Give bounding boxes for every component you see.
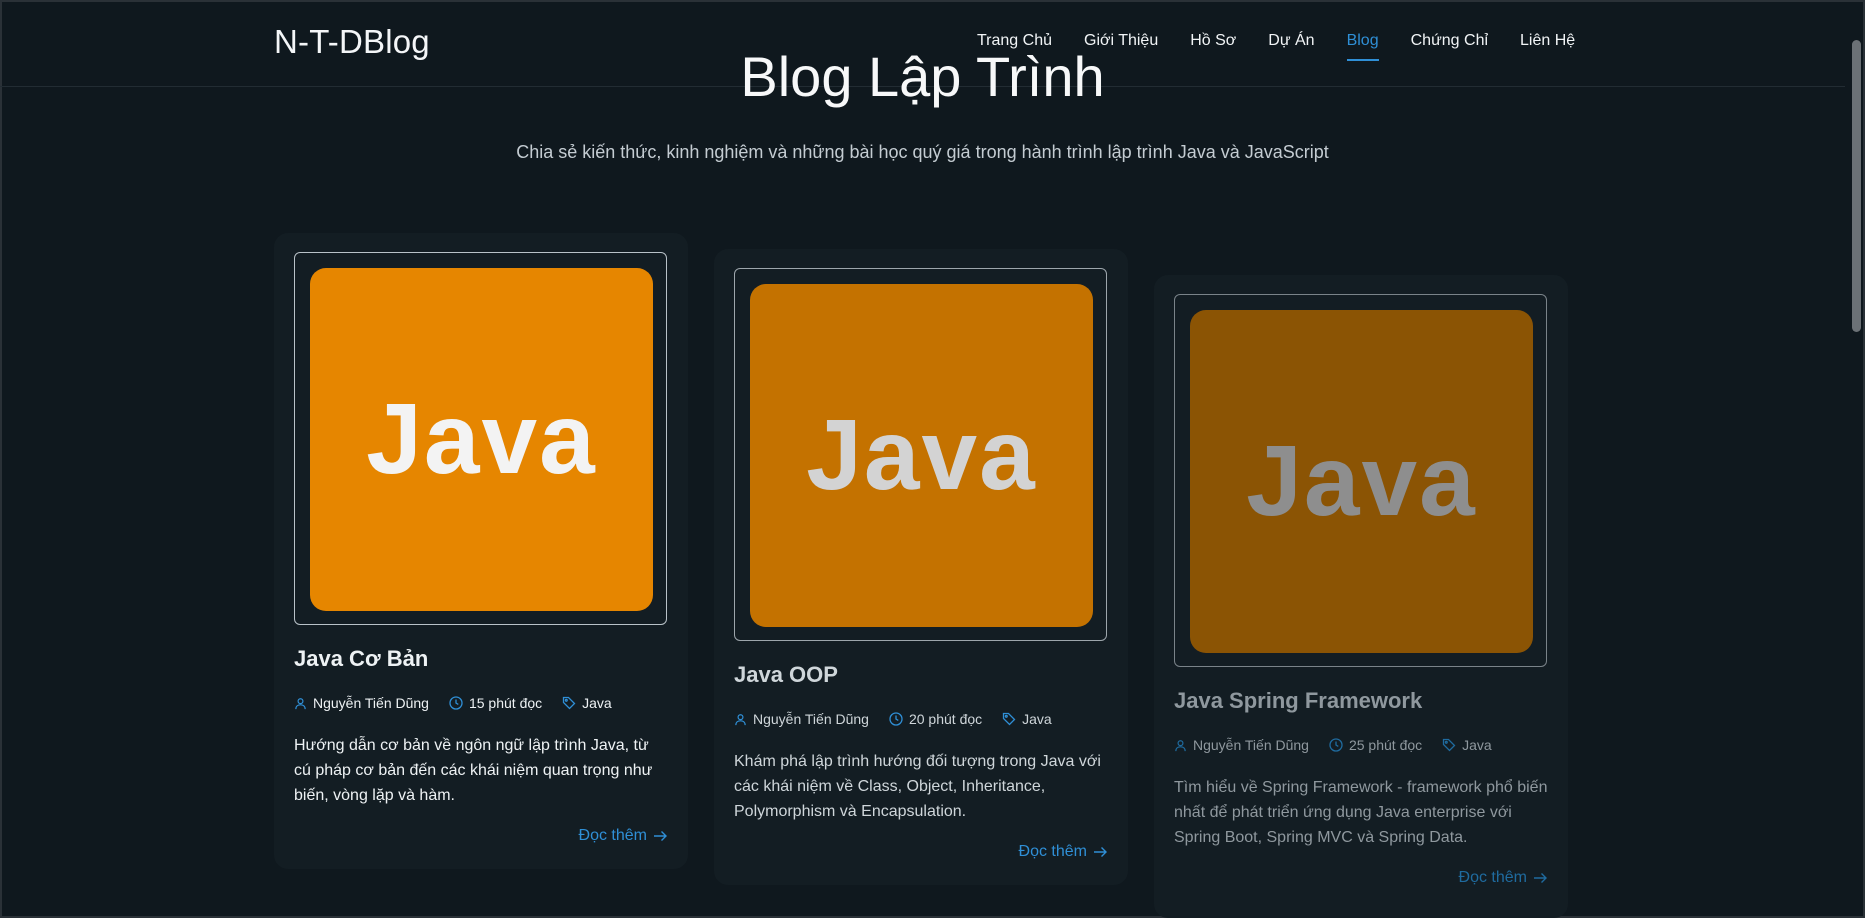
- card-image-frame: Java: [734, 268, 1107, 641]
- read-more-label: Đọc thêm: [1018, 843, 1087, 860]
- card-image-text: Java: [1246, 425, 1477, 537]
- meta-tag: Java: [1442, 737, 1492, 753]
- user-icon: [735, 713, 746, 725]
- tag-icon: [1442, 738, 1456, 752]
- read-time: 20 phút đọc: [908, 711, 983, 727]
- tag-icon: [562, 696, 576, 710]
- read-more-link[interactable]: Đọc thêm: [1459, 869, 1548, 887]
- card-image-text: Java: [806, 399, 1037, 511]
- meta-read-time: 20 phút đọc: [889, 711, 982, 727]
- meta-author: Nguyễn Tiến Dũng: [294, 695, 429, 711]
- card-excerpt: Hướng dẫn cơ bản về ngôn ngữ lập trình J…: [294, 737, 653, 804]
- read-time: 15 phút đọc: [468, 695, 543, 711]
- read-time: 25 phút đọc: [1348, 737, 1423, 753]
- tag-label[interactable]: Java: [1022, 711, 1052, 727]
- card-image[interactable]: Java: [750, 284, 1093, 627]
- read-more-link[interactable]: Đọc thêm: [1019, 843, 1108, 861]
- card-excerpt: Tìm hiểu về Spring Framework - framework…: [1174, 779, 1548, 846]
- card-meta: Nguyễn Tiến Dũng 25 phút đọc Java: [1174, 737, 1512, 753]
- clock-icon: [449, 696, 463, 710]
- blog-card[interactable]: Java Java OOP Nguyễn Tiến Dũng 20 phút đ…: [714, 249, 1128, 885]
- blog-card[interactable]: Java Java Cơ Bản Nguyễn Tiến Dũng 15 phú…: [274, 233, 688, 869]
- read-more-label: Đọc thêm: [1458, 869, 1527, 886]
- tag-icon: [1002, 712, 1016, 726]
- card-image[interactable]: Java: [310, 268, 653, 611]
- page-scrollbar[interactable]: [1852, 40, 1861, 332]
- author-name: Nguyễn Tiến Dũng: [753, 711, 869, 727]
- author-name: Nguyễn Tiến Dũng: [313, 695, 429, 711]
- arrow-right-icon: [1534, 873, 1547, 883]
- read-more-label: Đọc thêm: [578, 827, 647, 844]
- tag-label[interactable]: Java: [582, 695, 612, 711]
- clock-icon: [1329, 738, 1343, 752]
- card-meta: Nguyễn Tiến Dũng 20 phút đọc Java: [734, 711, 1072, 727]
- tag-label[interactable]: Java: [1462, 737, 1492, 753]
- meta-author: Nguyễn Tiến Dũng: [734, 711, 869, 727]
- card-image-text: Java: [366, 383, 597, 495]
- card-title[interactable]: Java Spring Framework: [1174, 688, 1422, 714]
- author-name: Nguyễn Tiến Dũng: [1193, 737, 1309, 753]
- clock-icon: [889, 712, 903, 726]
- blog-card[interactable]: Java Java Spring Framework Nguyễn Tiến D…: [1154, 275, 1568, 918]
- arrow-right-icon: [654, 831, 667, 841]
- user-icon: [295, 697, 306, 709]
- page-title: Blog Lập Trình: [740, 45, 1105, 108]
- user-icon: [1175, 739, 1186, 751]
- page-subtitle: Chia sẻ kiến thức, kinh nghiệm và những …: [516, 142, 1329, 162]
- meta-tag: Java: [1002, 711, 1052, 727]
- meta-tag: Java: [562, 695, 612, 711]
- card-image[interactable]: Java: [1190, 310, 1533, 653]
- card-image-frame: Java: [294, 252, 667, 625]
- arrow-right-icon: [1094, 847, 1107, 857]
- card-excerpt: Khám phá lập trình hướng đối tượng trong…: [734, 753, 1101, 820]
- meta-read-time: 15 phút đọc: [449, 695, 542, 711]
- meta-read-time: 25 phút đọc: [1329, 737, 1422, 753]
- card-image-frame: Java: [1174, 294, 1547, 667]
- card-meta: Nguyễn Tiến Dũng 15 phút đọc Java: [294, 695, 632, 711]
- card-title[interactable]: Java Cơ Bản: [294, 646, 428, 672]
- read-more-link[interactable]: Đọc thêm: [579, 827, 668, 845]
- meta-author: Nguyễn Tiến Dũng: [1174, 737, 1309, 753]
- card-title[interactable]: Java OOP: [734, 662, 838, 688]
